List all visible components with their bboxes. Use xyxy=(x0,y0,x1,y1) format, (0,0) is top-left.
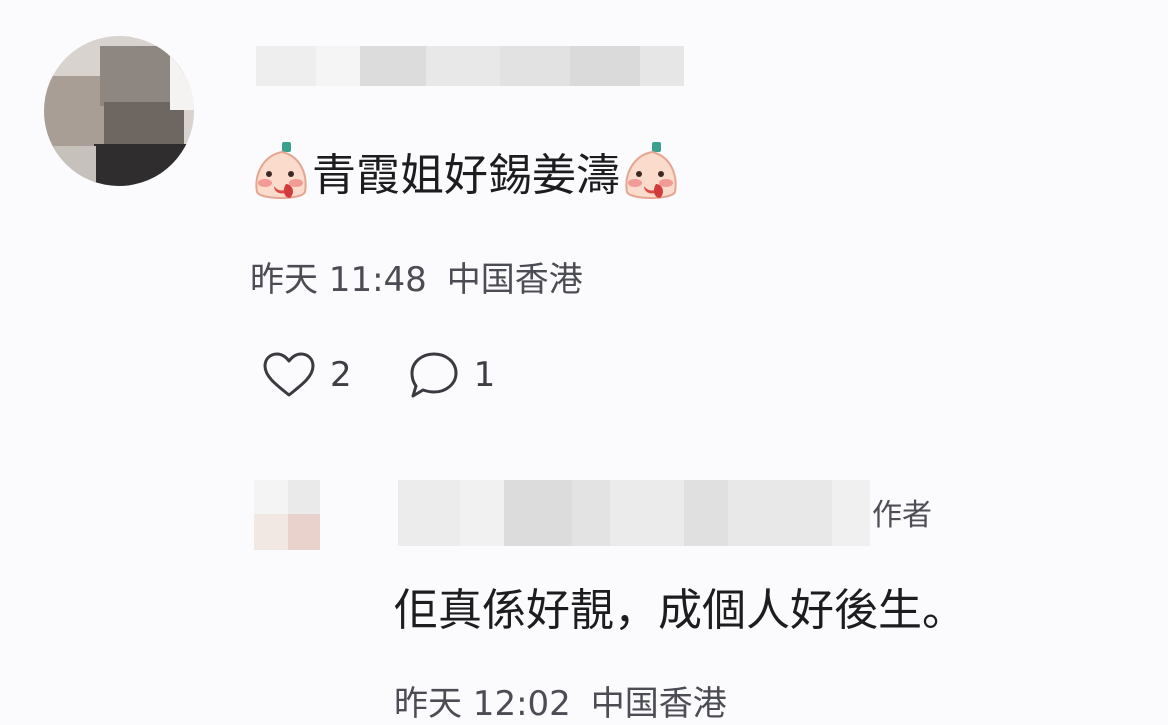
comment-text: 青霞姐好錫姜濤 xyxy=(312,150,620,201)
reply-avatar[interactable] xyxy=(254,480,320,550)
reply-text: 佢真係好靚，成個人好後生。 xyxy=(394,585,966,636)
reply-count: 1 xyxy=(473,355,496,395)
username-redacted xyxy=(256,46,684,86)
like-count: 2 xyxy=(330,355,352,395)
reply-username-redacted xyxy=(398,480,870,546)
author-badge: 作者 xyxy=(872,498,932,533)
reply-location: 中国香港 xyxy=(590,684,727,724)
comment-time: 昨天 11:48 xyxy=(250,260,427,300)
comment-bubble-icon xyxy=(410,352,458,398)
reply-time: 昨天 12:02 xyxy=(394,684,571,724)
comment-actions: 2 1 xyxy=(262,350,551,400)
comment-body: 青霞姐好錫姜濤 xyxy=(250,136,682,206)
blushing-face-emoji xyxy=(625,142,677,199)
heart-icon xyxy=(263,352,315,397)
comment-meta: 昨天 11:48 中国香港 xyxy=(250,252,603,301)
reply-meta: 昨天 12:02 中国香港 xyxy=(394,676,747,725)
comment-location: 中国香港 xyxy=(446,260,583,300)
like-button[interactable]: 2 xyxy=(262,352,352,398)
reply-button[interactable]: 1 xyxy=(408,350,496,400)
blushing-face-emoji xyxy=(255,142,307,199)
avatar[interactable] xyxy=(44,36,194,186)
